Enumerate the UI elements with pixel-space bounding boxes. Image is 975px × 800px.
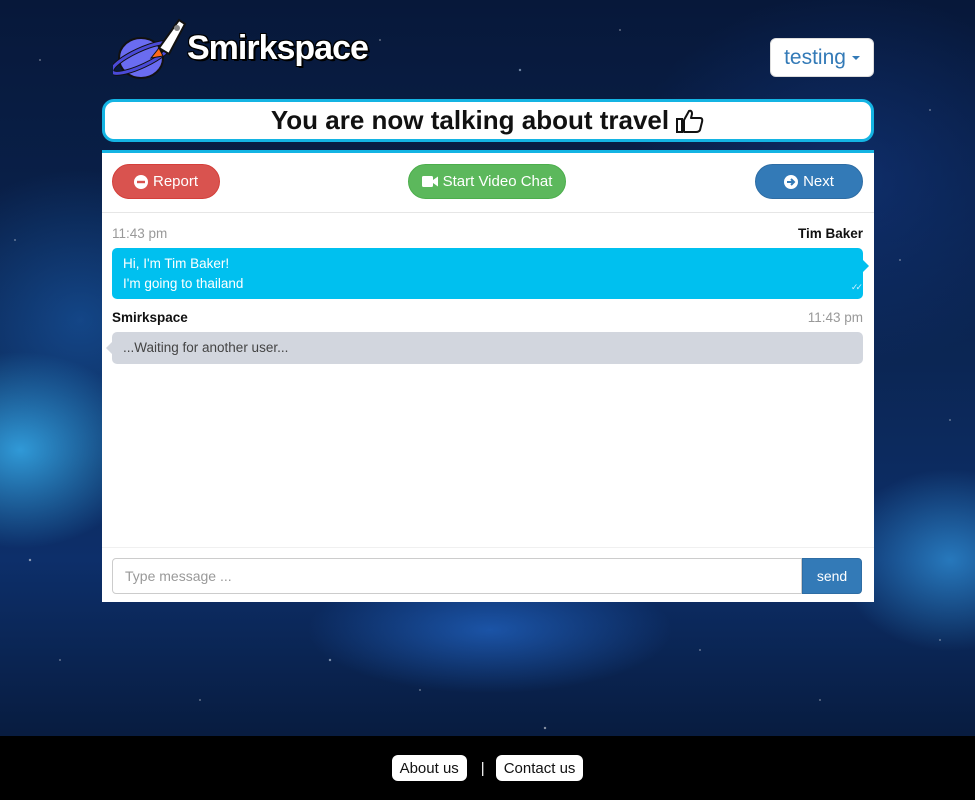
message-author: Smirkspace — [112, 310, 188, 325]
footer-separator: | — [480, 759, 485, 777]
message-timestamp: 11:43 pm — [807, 310, 863, 325]
message-bubble: Hi, I'm Tim Baker! I'm going to thailand… — [112, 248, 869, 299]
message-composer: send — [102, 547, 874, 605]
message-timestamp: 11:43 pm — [112, 226, 168, 241]
topic-banner: You are now talking about travel — [102, 99, 874, 142]
next-button[interactable]: Next — [755, 164, 863, 199]
logo-wordmark: Smirkspace — [187, 28, 369, 67]
topic-banner-text: You are now talking about travel — [270, 105, 670, 135]
thumbs-up-icon — [676, 109, 704, 133]
about-us-link[interactable]: About us — [391, 755, 467, 781]
report-button[interactable]: Report — [112, 164, 220, 199]
minus-circle-icon — [133, 174, 148, 189]
read-receipt-icon: ✓✓ — [850, 282, 863, 292]
planet-rocket-icon — [113, 18, 187, 79]
site-logo[interactable]: Smirkspace — [113, 14, 369, 82]
user-menu-dropdown[interactable]: testing — [770, 38, 874, 77]
message-author: Tim Baker — [797, 226, 863, 241]
video-camera-icon — [421, 176, 438, 187]
video-chat-button-label: Start Video Chat — [442, 173, 553, 190]
message-bubble: ...Waiting for another user... — [106, 332, 863, 364]
next-button-label: Next — [803, 173, 834, 190]
arrow-circle-right-icon — [784, 174, 799, 189]
user-menu-label: testing — [784, 45, 846, 69]
send-button[interactable]: send — [802, 558, 862, 594]
message-line: ...Waiting for another user... — [123, 340, 289, 355]
chat-toolbar: Report Start Video Chat Next — [102, 153, 874, 213]
start-video-chat-button[interactable]: Start Video Chat — [408, 164, 566, 199]
chat-panel: Report Start Video Chat Next 11:43 pm Ti… — [102, 150, 874, 602]
footer: About us | Contact us — [0, 736, 975, 800]
message-line: Hi, I'm Tim Baker! — [123, 256, 230, 271]
caret-down-icon — [851, 55, 860, 60]
contact-us-link[interactable]: Contact us — [495, 755, 584, 781]
report-button-label: Report — [152, 173, 199, 190]
message-input[interactable] — [112, 558, 802, 594]
message-list: 11:43 pm Tim Baker Hi, I'm Tim Baker! I'… — [102, 213, 874, 547]
message-line: I'm going to thailand — [123, 276, 244, 291]
